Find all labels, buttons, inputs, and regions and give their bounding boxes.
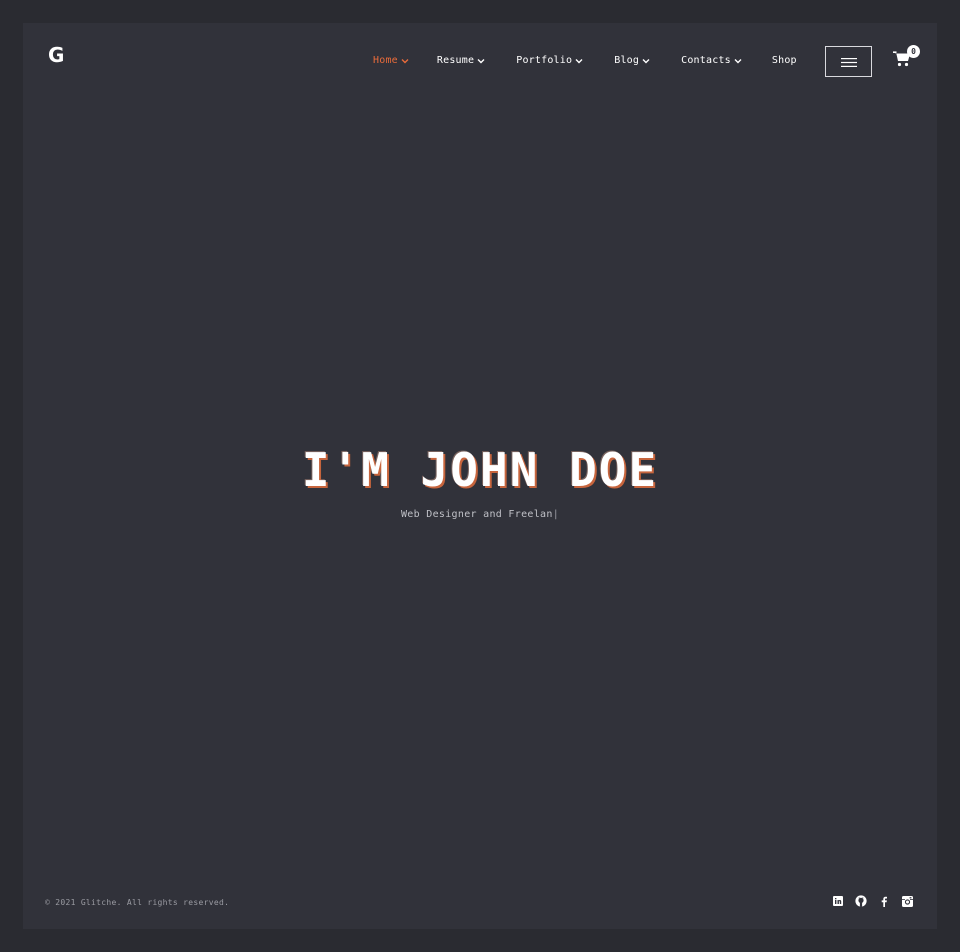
cart-button[interactable]: 0 bbox=[893, 45, 920, 73]
social-facebook-link[interactable] bbox=[878, 895, 890, 907]
page-frame: G Home Resume Portfolio Blog Contacts Sh… bbox=[23, 23, 937, 929]
social-instagram-link[interactable] bbox=[901, 895, 913, 907]
social-linkedin-link[interactable] bbox=[832, 895, 844, 907]
facebook-icon bbox=[880, 896, 888, 907]
hero-section: I'M JOHN DOE Web Designer and Freelan| bbox=[23, 441, 937, 520]
linkedin-icon bbox=[833, 896, 843, 906]
site-logo[interactable]: G bbox=[48, 43, 64, 67]
hero-title: I'M JOHN DOE bbox=[301, 443, 659, 497]
hero-subtitle: Web Designer and Freelan| bbox=[23, 509, 937, 520]
hero-subtitle-text: Web Designer and Freelan bbox=[400, 509, 553, 520]
chevron-down-icon bbox=[642, 57, 650, 65]
main-nav: Home Resume Portfolio Blog Contacts Shop bbox=[373, 55, 797, 66]
nav-item-shop[interactable]: Shop bbox=[772, 55, 797, 66]
chevron-down-icon bbox=[575, 57, 583, 65]
copyright-text: © 2021 Glitche. All rights reserved. bbox=[45, 898, 230, 907]
github-icon bbox=[855, 895, 867, 907]
nav-item-blog[interactable]: Blog bbox=[614, 55, 650, 66]
nav-item-home[interactable]: Home bbox=[373, 55, 409, 66]
nav-item-label: Home bbox=[373, 55, 398, 66]
nav-item-portfolio[interactable]: Portfolio bbox=[516, 55, 583, 66]
nav-item-label: Blog bbox=[614, 55, 640, 66]
chevron-down-icon bbox=[401, 57, 409, 65]
instagram-icon bbox=[901, 895, 913, 907]
nav-item-resume[interactable]: Resume bbox=[437, 55, 485, 66]
nav-item-label: Resume bbox=[436, 55, 475, 66]
chevron-down-icon bbox=[477, 57, 485, 65]
social-links bbox=[832, 895, 924, 907]
typing-cursor: | bbox=[552, 509, 560, 520]
nav-item-label: Portfolio bbox=[516, 55, 573, 66]
nav-item-contacts[interactable]: Contacts bbox=[681, 55, 742, 66]
cart-count-badge: 0 bbox=[907, 45, 920, 58]
menu-button[interactable] bbox=[825, 46, 872, 77]
chevron-down-icon bbox=[734, 57, 742, 65]
hamburger-icon bbox=[840, 52, 857, 71]
social-github-link[interactable] bbox=[855, 895, 867, 907]
nav-item-label: Contacts bbox=[681, 55, 731, 66]
nav-item-label: Shop bbox=[771, 55, 797, 66]
